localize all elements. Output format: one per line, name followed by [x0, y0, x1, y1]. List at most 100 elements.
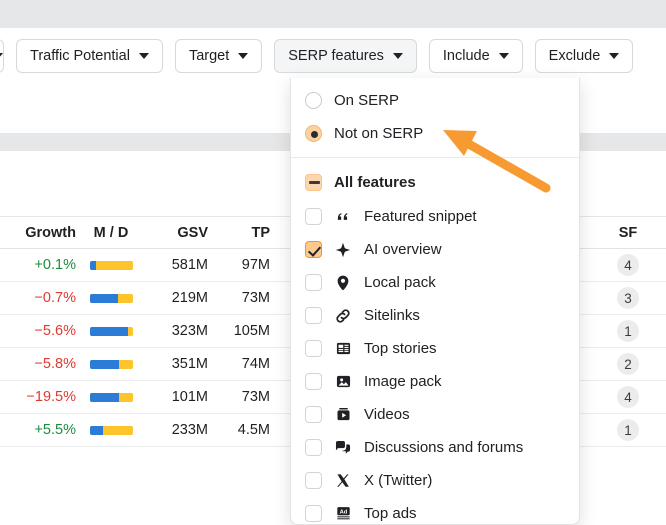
all-features-label: All features [334, 173, 416, 191]
feature-label: X (Twitter) [364, 472, 433, 489]
chevron-down-icon [138, 53, 149, 59]
feature-option-sitelinks[interactable]: Sitelinks [291, 299, 579, 332]
checkbox-icon[interactable] [305, 373, 322, 390]
checkbox-icon[interactable] [305, 274, 322, 291]
filter-button-exclude[interactable]: Exclude [534, 39, 634, 73]
checkbox-icon[interactable] [305, 406, 322, 423]
filter-button-serp-features[interactable]: SERP features [274, 39, 417, 73]
cell-sf: 4 [604, 386, 666, 408]
column-header-sf[interactable]: SF [604, 225, 666, 241]
column-header-growth[interactable]: Growth [0, 225, 80, 241]
serp-features-dropdown: On SERP Not on SERP All features Feature… [290, 78, 580, 525]
cell-growth: +0.1% [34, 257, 76, 273]
feature-label: Local pack [364, 274, 436, 291]
feature-option-image-pack[interactable]: Image pack [291, 365, 579, 398]
feature-label: Discussions and forums [364, 439, 524, 456]
cell-sf: 1 [604, 320, 666, 342]
filter-label: Exclude [548, 48, 601, 64]
md-bar [89, 326, 133, 336]
chevron-down-icon [392, 53, 403, 59]
md-bar-mobile [89, 326, 129, 336]
filter-label: Include [442, 48, 490, 64]
filter-button-target[interactable]: Target [174, 39, 263, 73]
filter-toolbar: Traffic Potential Target SERP features I… [0, 28, 666, 84]
chevron-down-icon [498, 53, 509, 59]
checkbox-icon[interactable] [305, 340, 322, 357]
feature-list: Featured snippet AI overview Local pack Sit… [291, 200, 579, 524]
radio-option-not-on-serp[interactable]: Not on SERP [291, 117, 579, 150]
cell-growth: −0.7% [34, 290, 76, 306]
cell-tp: 4.5M [237, 422, 270, 438]
checkbox-icon[interactable] [305, 472, 322, 489]
checkbox-icon[interactable] [305, 307, 322, 324]
cell-mobile-desktop-split [80, 293, 142, 303]
md-bar-desktop [103, 425, 133, 435]
cell-growth: −5.6% [34, 323, 76, 339]
feature-option-local-pack[interactable]: Local pack [291, 266, 579, 299]
radio-icon[interactable] [305, 92, 322, 109]
feature-option-featured-snippet[interactable]: Featured snippet [291, 200, 579, 233]
feature-option-ai-overview[interactable]: AI overview [291, 233, 579, 266]
cell-gsv: 219M [171, 290, 208, 306]
md-bar-desktop [117, 293, 133, 303]
chevron-down-icon [0, 53, 3, 59]
sparkle-icon [334, 241, 352, 259]
chat-icon [334, 439, 352, 457]
feature-option-discussions-and-forums[interactable]: Discussions and forums [291, 431, 579, 464]
sf-badge: 1 [617, 320, 639, 342]
md-bar [89, 359, 133, 369]
filter-label: Traffic Potential [30, 48, 130, 64]
feature-label: Featured snippet [364, 208, 477, 225]
cell-mobile-desktop-split [80, 326, 142, 336]
cell-growth: +5.5% [34, 422, 76, 438]
checkbox-all-features[interactable]: All features [291, 164, 579, 200]
cell-tp: 105M [233, 323, 270, 339]
quote-icon [334, 208, 352, 226]
filter-button-clipped-left[interactable] [0, 39, 4, 73]
md-bar-mobile [89, 425, 104, 435]
filter-button-include[interactable]: Include [428, 39, 523, 73]
checkbox-icon[interactable] [305, 439, 322, 456]
cell-tp: 74M [241, 356, 270, 372]
column-header-md[interactable]: M / D [80, 225, 142, 241]
cell-mobile-desktop-split [80, 260, 142, 270]
column-header-tp[interactable]: TP [208, 225, 270, 241]
feature-option-videos[interactable]: Videos [291, 398, 579, 431]
md-bar-mobile [89, 392, 119, 402]
feature-option-x-twitter[interactable]: X (Twitter) [291, 464, 579, 497]
chevron-down-icon [238, 53, 249, 59]
cell-sf: 3 [604, 287, 666, 309]
cell-sf: 1 [604, 419, 666, 441]
cell-gsv: 323M [171, 323, 208, 339]
feature-option-top-stories[interactable]: Top stories [291, 332, 579, 365]
radio-label: On SERP [334, 92, 400, 109]
video-icon [334, 406, 352, 424]
x-twitter-icon [334, 472, 352, 490]
cell-gsv: 101M [171, 389, 208, 405]
cell-gsv: 233M [171, 422, 208, 438]
feature-option-top-ads[interactable]: Ad Top ads [291, 497, 579, 524]
column-header-gsv[interactable]: GSV [142, 225, 208, 241]
checkbox-icon[interactable] [305, 208, 322, 225]
cell-gsv: 581M [171, 257, 208, 273]
cell-mobile-desktop-split [80, 392, 142, 402]
features-section: All features Featured snippet AI overview… [291, 158, 579, 524]
md-bar [89, 293, 133, 303]
md-bar-mobile [89, 293, 118, 303]
checkbox-checked-icon[interactable] [305, 241, 322, 258]
cell-gsv: 351M [171, 356, 208, 372]
serp-scope-section: On SERP Not on SERP [291, 78, 579, 157]
cell-mobile-desktop-split [80, 425, 142, 435]
ad-icon: Ad [334, 505, 352, 523]
checkbox-indeterminate-icon[interactable] [305, 173, 322, 191]
checkbox-icon[interactable] [305, 505, 322, 522]
radio-option-on-serp[interactable]: On SERP [291, 84, 579, 117]
sf-badge: 4 [617, 386, 639, 408]
radio-label: Not on SERP [334, 125, 424, 142]
filter-label: SERP features [288, 48, 384, 64]
image-icon [334, 373, 352, 391]
filter-button-traffic-potential[interactable]: Traffic Potential [16, 39, 163, 73]
feature-label: Image pack [364, 373, 442, 390]
radio-selected-icon[interactable] [305, 125, 322, 142]
news-icon [334, 340, 352, 358]
